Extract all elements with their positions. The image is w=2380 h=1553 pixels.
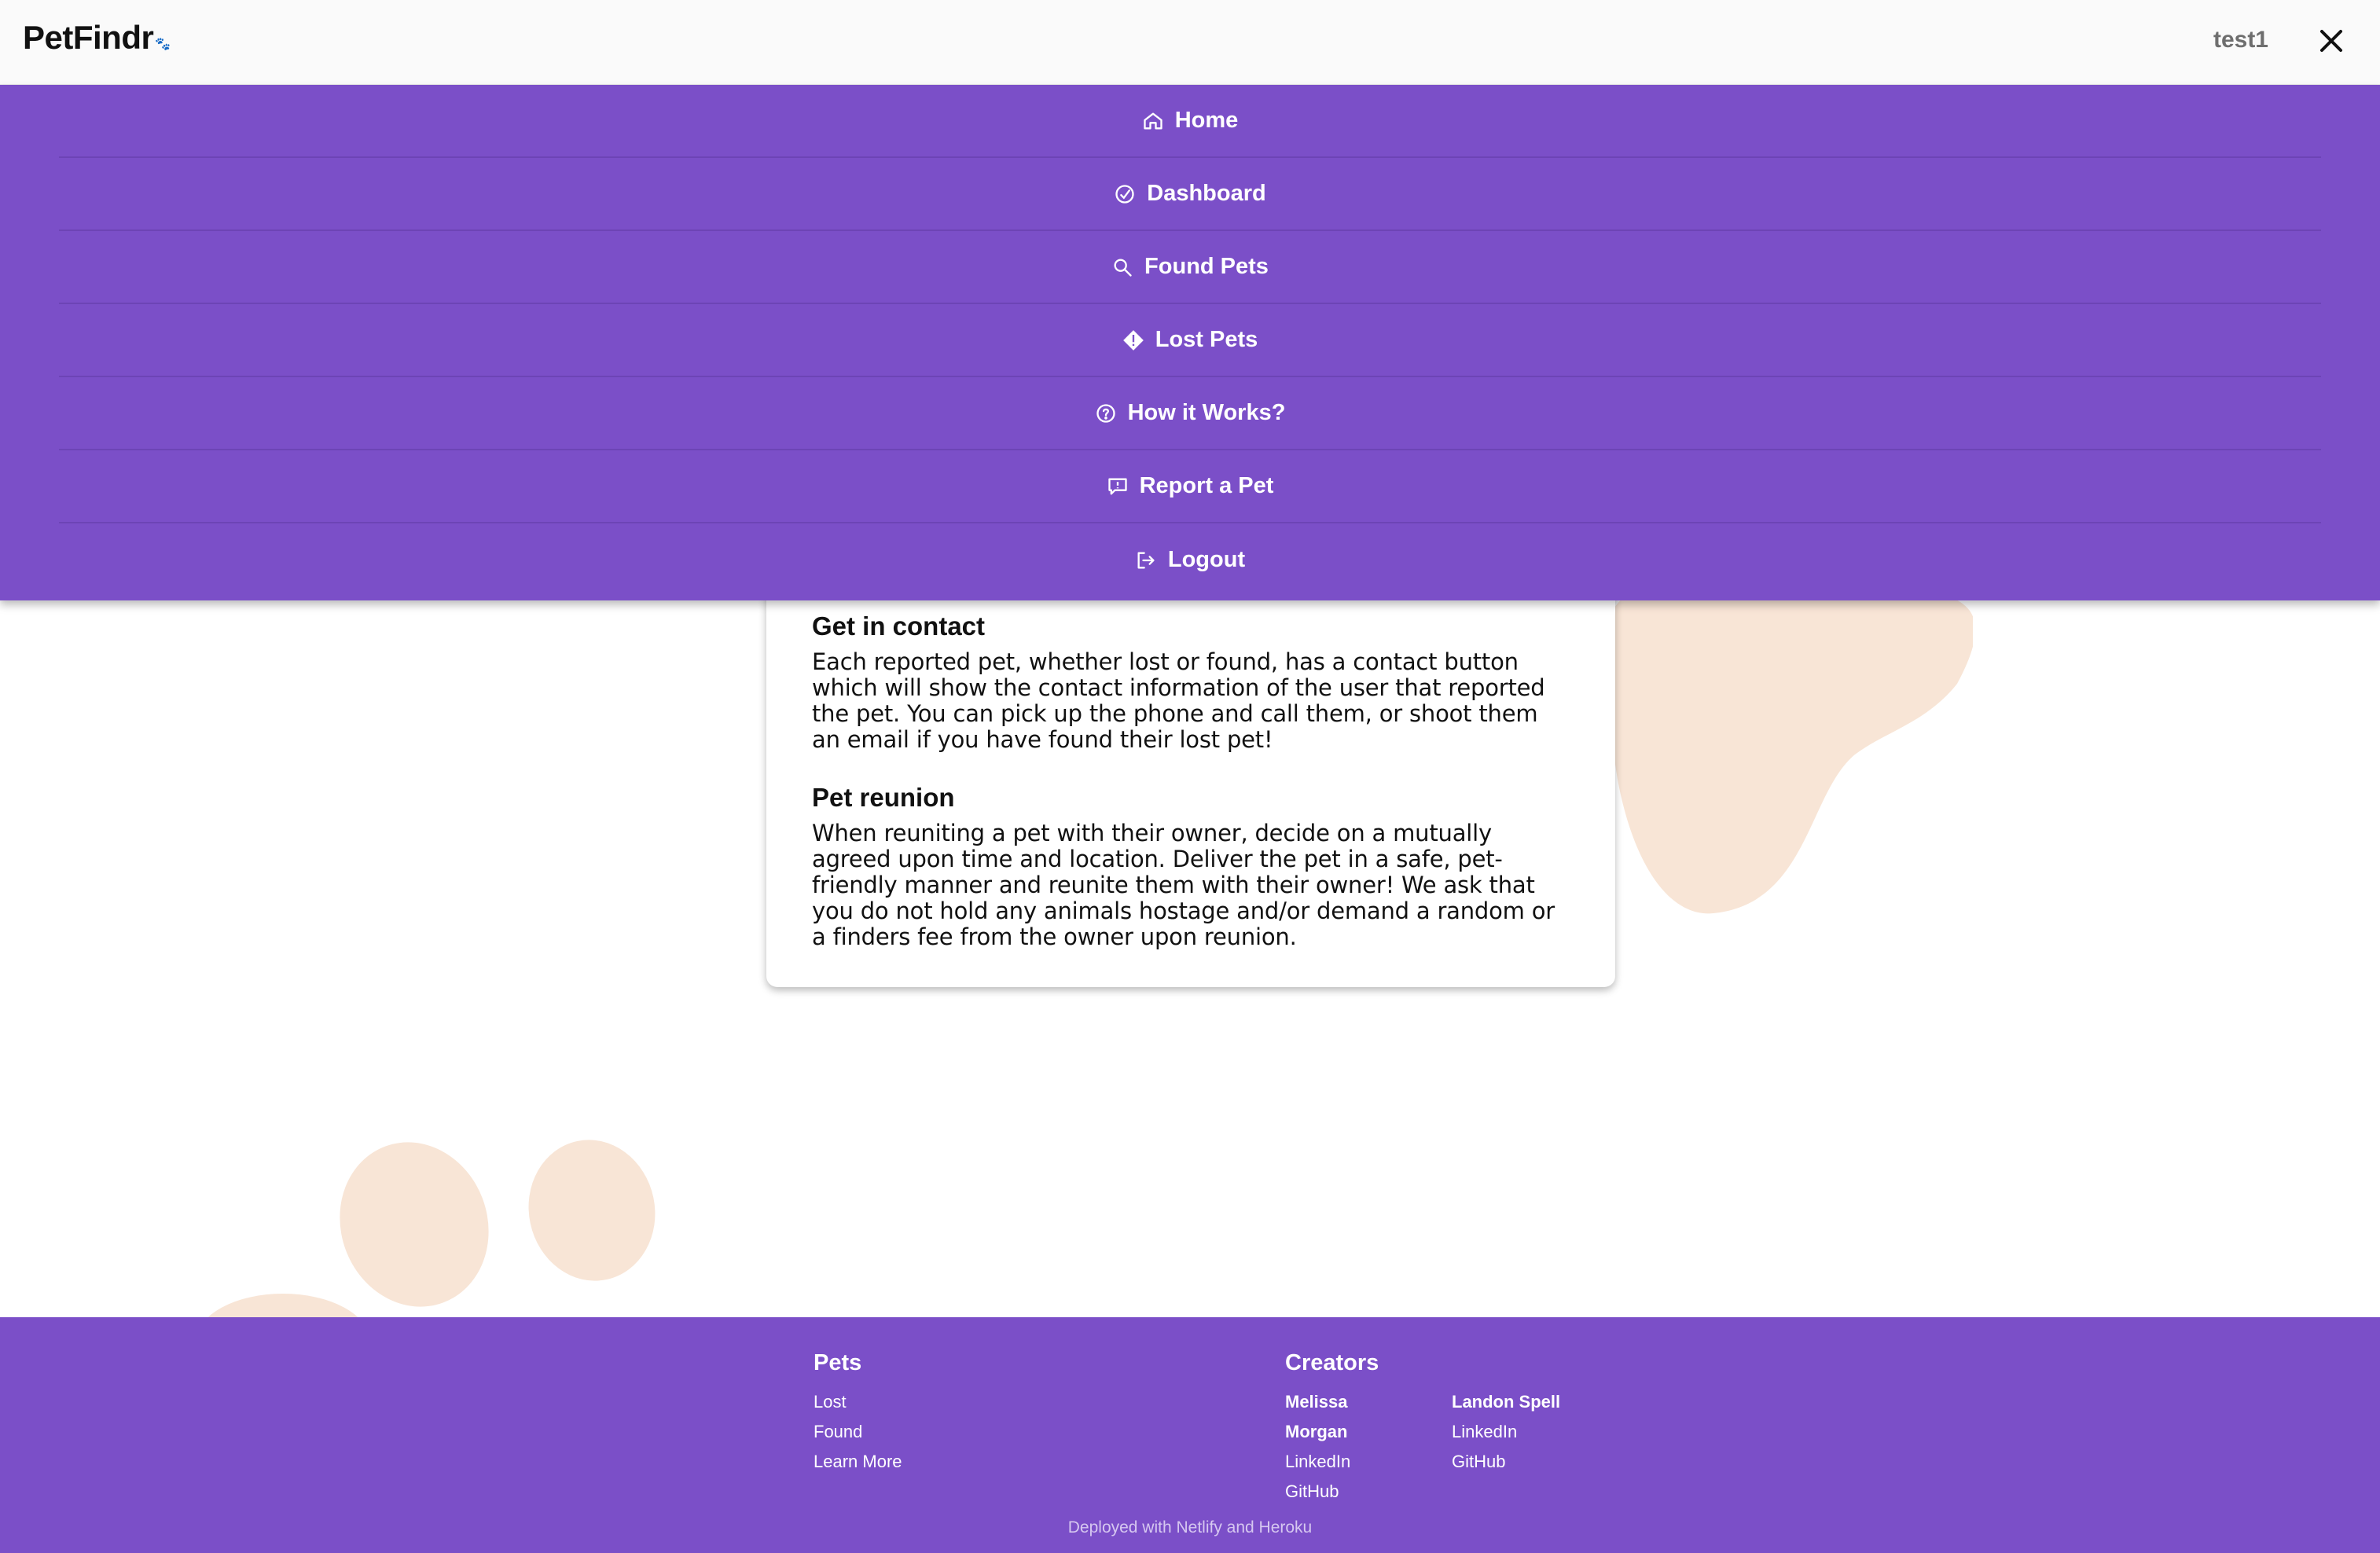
menu-item-report-pet[interactable]: Report a Pet — [59, 450, 2321, 523]
menu-item-label: How it Works? — [1127, 400, 1286, 425]
search-icon — [1114, 259, 1132, 277]
question-circle-icon — [1096, 403, 1115, 423]
menu-item-logout[interactable]: Logout — [59, 523, 2321, 597]
paw-icon: 🐾 — [155, 38, 171, 51]
menu-item-label: Report a Pet — [1139, 473, 1274, 498]
nav-menu: Home Dashboard Found Pets Lost Pets How … — [0, 85, 2380, 600]
menu-item-found-pets[interactable]: Found Pets — [59, 231, 2321, 304]
username-label[interactable]: test1 — [2213, 27, 2268, 53]
warning-diamond-icon — [1122, 329, 1144, 351]
creator-github-link[interactable]: GitHub — [1452, 1447, 1609, 1477]
brand-logo-text: PetFindr — [23, 19, 154, 56]
report-message-icon — [1107, 478, 1127, 494]
creator-linkedin-link[interactable]: LinkedIn — [1285, 1447, 1379, 1477]
footer-pets-column: Pets Lost Found Learn More — [814, 1350, 902, 1477]
menu-item-home[interactable]: Home — [59, 85, 2321, 158]
close-icon[interactable] — [2316, 25, 2347, 57]
top-bar: PetFindr 🐾 test1 — [0, 0, 2380, 85]
section-body: When reuniting a pet with their owner, d… — [812, 820, 1555, 950]
menu-item-lost-pets[interactable]: Lost Pets — [59, 304, 2321, 377]
brand-logo[interactable]: PetFindr 🐾 — [23, 19, 171, 57]
footer-link-lost[interactable]: Lost — [814, 1387, 902, 1417]
footer-link-learn-more[interactable]: Learn More — [814, 1447, 902, 1477]
deployed-note: Deployed with Netlify and Heroku — [1067, 1518, 1313, 1536]
footer-creators-title: Creators — [1285, 1350, 1379, 1375]
paw-toe-blob — [317, 1121, 512, 1328]
creator-landon: Landon Spell LinkedIn GitHub — [1452, 1387, 1609, 1477]
menu-item-label: Dashboard — [1147, 181, 1266, 206]
menu-item-dashboard[interactable]: Dashboard — [59, 158, 2321, 231]
how-it-works-card: Get in contact Each reported pet, whethe… — [766, 550, 1615, 987]
menu-item-how-it-works[interactable]: How it Works? — [59, 377, 2321, 450]
section-body: Each reported pet, whether lost or found… — [812, 648, 1545, 753]
section-heading: Get in contact — [812, 611, 986, 641]
menu-item-label: Home — [1174, 108, 1239, 133]
dashboard-gauge-icon — [1115, 184, 1134, 204]
paw-blob-right — [1611, 572, 1973, 914]
site-footer: Pets Lost Found Learn More Creators Meli… — [0, 1317, 2380, 1553]
footer-creators-column: Creators Melissa Morgan LinkedIn GitHub … — [1285, 1350, 1560, 1501]
creator-melissa: Melissa Morgan LinkedIn GitHub — [1285, 1387, 1379, 1507]
menu-item-label: Lost Pets — [1155, 327, 1258, 352]
menu-item-label: Logout — [1167, 547, 1246, 572]
creator-name: Landon Spell — [1452, 1392, 1561, 1412]
creator-name: Melissa Morgan — [1285, 1392, 1348, 1441]
section-heading: Pet reunion — [812, 783, 955, 812]
footer-pets-title: Pets — [814, 1350, 862, 1375]
home-icon — [1144, 112, 1162, 129]
creator-linkedin-link[interactable]: LinkedIn — [1452, 1417, 1609, 1447]
paw-toe-blob — [516, 1128, 668, 1293]
footer-link-found[interactable]: Found — [814, 1417, 902, 1447]
logout-icon — [1137, 552, 1155, 568]
creator-github-link[interactable]: GitHub — [1285, 1477, 1379, 1507]
menu-item-label: Found Pets — [1144, 254, 1269, 279]
